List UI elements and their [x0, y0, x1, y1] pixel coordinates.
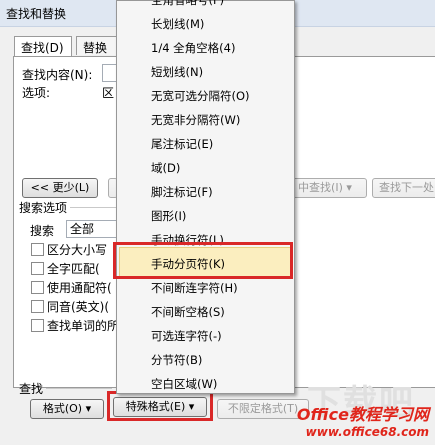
find-in-button[interactable]: 中查找(I) ▾: [283, 178, 367, 198]
menu-item-zero-width-optional-break[interactable]: 无宽可选分隔符(O): [151, 85, 250, 107]
menu-item-white-space[interactable]: 空白区域(W): [151, 373, 217, 395]
whole-word-label: 全字匹配(: [47, 262, 100, 276]
menu-item-optional-hyphen[interactable]: 可选连字符(-): [151, 325, 222, 347]
menu-item-nonbreaking-hyphen[interactable]: 不间断连字符(H): [151, 277, 238, 299]
page-break-highlight-box: [113, 242, 293, 279]
menu-item-footnote-mark[interactable]: 脚注标记(F): [151, 181, 213, 203]
sounds-like-checkbox[interactable]: [31, 300, 44, 313]
search-direction-label: 搜索: [30, 224, 55, 238]
menu-item-en-dash[interactable]: 短划线(N): [151, 61, 203, 83]
options-value: 区: [102, 86, 115, 100]
find-next-button[interactable]: 查找下一处: [372, 178, 435, 198]
search-direction-select[interactable]: 全部: [66, 220, 118, 238]
sounds-like-label: 同音(英文)(: [47, 300, 110, 314]
watermark: Office教程学习网 www.office68.com: [297, 401, 429, 439]
special-format-highlight-box: [107, 391, 213, 421]
menu-item-zero-width-non-break[interactable]: 无宽非分隔符(W): [151, 109, 240, 131]
menu-item-field[interactable]: 域(D): [151, 157, 180, 179]
all-word-forms-checkbox[interactable]: [31, 319, 44, 332]
search-options-divider: [70, 207, 116, 208]
menu-item-endnote-mark[interactable]: 尾注标记(E): [151, 133, 213, 155]
tab-find[interactable]: 查找(D): [14, 36, 72, 57]
menu-item-section-break[interactable]: 分节符(B): [151, 349, 202, 371]
find-what-label: 查找内容(N):: [22, 68, 93, 82]
find-section-title: 查找: [19, 382, 44, 396]
watermark-url: www.office68.com: [305, 425, 429, 439]
wildcards-label: 使用通配符(: [47, 281, 112, 295]
wildcards-checkbox[interactable]: [31, 281, 44, 294]
match-case-label: 区分大小写: [47, 243, 108, 257]
match-case-checkbox[interactable]: [31, 243, 44, 256]
special-format-menu: 全角省略号(F) 长划线(M) 1/4 全角空格(4) 短划线(N) 无宽可选分…: [116, 0, 295, 394]
all-word-forms-label: 查找单词的所: [47, 319, 120, 333]
options-label: 选项:: [22, 86, 51, 100]
dialog-title: 查找和替换: [6, 7, 67, 21]
format-button[interactable]: 格式(O) ▾: [30, 399, 104, 419]
find-section-divider: [46, 388, 112, 389]
less-button[interactable]: << 更少(L): [22, 178, 98, 198]
whole-word-checkbox[interactable]: [31, 262, 44, 275]
menu-item-quarter-space[interactable]: 1/4 全角空格(4): [151, 37, 235, 59]
watermark-title: Office教程学习网: [296, 405, 429, 424]
menu-item-nonbreaking-space[interactable]: 不间断空格(S): [151, 301, 225, 323]
no-formatting-button[interactable]: 不限定格式(T): [217, 399, 309, 419]
menu-item-ellipsis[interactable]: 全角省略号(F): [151, 0, 224, 11]
search-options-title: 搜索选项: [19, 201, 68, 215]
menu-item-em-dash[interactable]: 长划线(M): [151, 13, 204, 35]
menu-item-graphic[interactable]: 图形(I): [151, 205, 186, 227]
